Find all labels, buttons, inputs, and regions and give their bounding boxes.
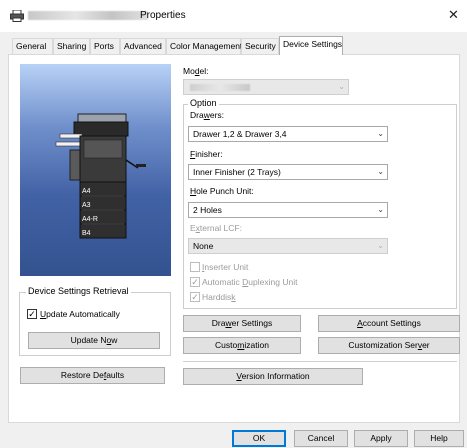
chevron-down-icon: ⌄ — [377, 241, 384, 250]
inserter-unit-label: Inserter Unit — [202, 262, 249, 272]
finisher-label: Finisher: — [190, 149, 223, 159]
window-title: Properties — [140, 10, 186, 21]
drawers-combo[interactable]: Drawer 1,2 & Drawer 3,4 ⌄ — [188, 126, 388, 142]
tab-ports[interactable]: Ports — [90, 38, 120, 54]
finisher-combo[interactable]: Inner Finisher (2 Trays) ⌄ — [188, 164, 388, 180]
external-lcf-label: External LCF: — [190, 223, 242, 233]
finisher-value: Inner Finisher (2 Trays) — [193, 167, 281, 177]
update-automatically-checkbox[interactable]: ✓ — [27, 309, 37, 319]
external-lcf-combo: None ⌄ — [188, 238, 388, 254]
tab-device-settings[interactable]: Device Settings — [279, 36, 343, 55]
account-settings-button[interactable]: Account Settings — [318, 315, 460, 332]
automatic-duplexing-label: Automatic Duplexing Unit — [202, 277, 298, 287]
divider — [183, 361, 457, 362]
restore-defaults-button[interactable]: Restore Defaults — [20, 367, 165, 384]
close-icon[interactable]: ✕ — [448, 7, 459, 23]
paper-label-a3: A3 — [82, 202, 91, 209]
update-now-button[interactable]: Update Now — [28, 332, 160, 349]
update-automatically-label[interactable]: Update Automatically — [40, 309, 120, 319]
harddisk-checkbox: ✓ — [190, 292, 200, 302]
model-name-blurred — [190, 84, 250, 91]
chevron-down-icon: ⌄ — [338, 82, 345, 91]
printer-preview: A4 A3 A4-R B4 — [20, 64, 171, 276]
tab-sharing[interactable]: Sharing — [53, 38, 90, 54]
chevron-down-icon: ⌄ — [377, 205, 384, 214]
drawers-label: Drawers: — [190, 110, 225, 120]
retrieval-group-title: Device Settings Retrieval — [26, 286, 131, 296]
chevron-down-icon: ⌄ — [377, 167, 384, 176]
tab-color-management[interactable]: Color Management — [166, 38, 242, 54]
apply-button[interactable]: Apply — [354, 430, 408, 447]
printer-icon — [10, 10, 24, 22]
drawer-settings-button[interactable]: Drawer Settings — [183, 315, 301, 332]
paper-label-a4: A4 — [82, 188, 91, 195]
paper-label-a4r: A4-R — [82, 216, 98, 223]
paper-label-b4: B4 — [82, 230, 91, 237]
inserter-unit-checkbox — [190, 262, 200, 272]
automatic-duplexing-checkbox: ✓ — [190, 277, 200, 287]
customization-server-button[interactable]: Customization Server — [318, 337, 460, 354]
printer-name-blurred — [28, 11, 148, 20]
cancel-button[interactable]: Cancel — [294, 430, 348, 447]
harddisk-label: Harddisk — [202, 292, 236, 302]
model-combo[interactable]: ⌄ — [183, 79, 349, 95]
tab-security[interactable]: Security — [241, 38, 279, 54]
option-group-title: Option — [188, 98, 219, 108]
model-label: Model: — [183, 66, 209, 76]
tab-general[interactable]: General — [12, 38, 53, 54]
hole-punch-value: 2 Holes — [193, 205, 222, 215]
drawers-value: Drawer 1,2 & Drawer 3,4 — [193, 129, 287, 139]
printer-illustration: A4 A3 A4-R B4 — [55, 113, 146, 239]
help-button[interactable]: Help — [414, 430, 464, 447]
hole-punch-label: Hole Punch Unit: — [190, 186, 254, 196]
customization-button[interactable]: Customization — [183, 337, 301, 354]
tab-advanced[interactable]: Advanced — [120, 38, 166, 54]
version-information-button[interactable]: Version Information — [183, 368, 363, 385]
chevron-down-icon: ⌄ — [377, 129, 384, 138]
external-lcf-value: None — [193, 241, 214, 251]
hole-punch-combo[interactable]: 2 Holes ⌄ — [188, 202, 388, 218]
ok-button[interactable]: OK — [232, 430, 286, 447]
